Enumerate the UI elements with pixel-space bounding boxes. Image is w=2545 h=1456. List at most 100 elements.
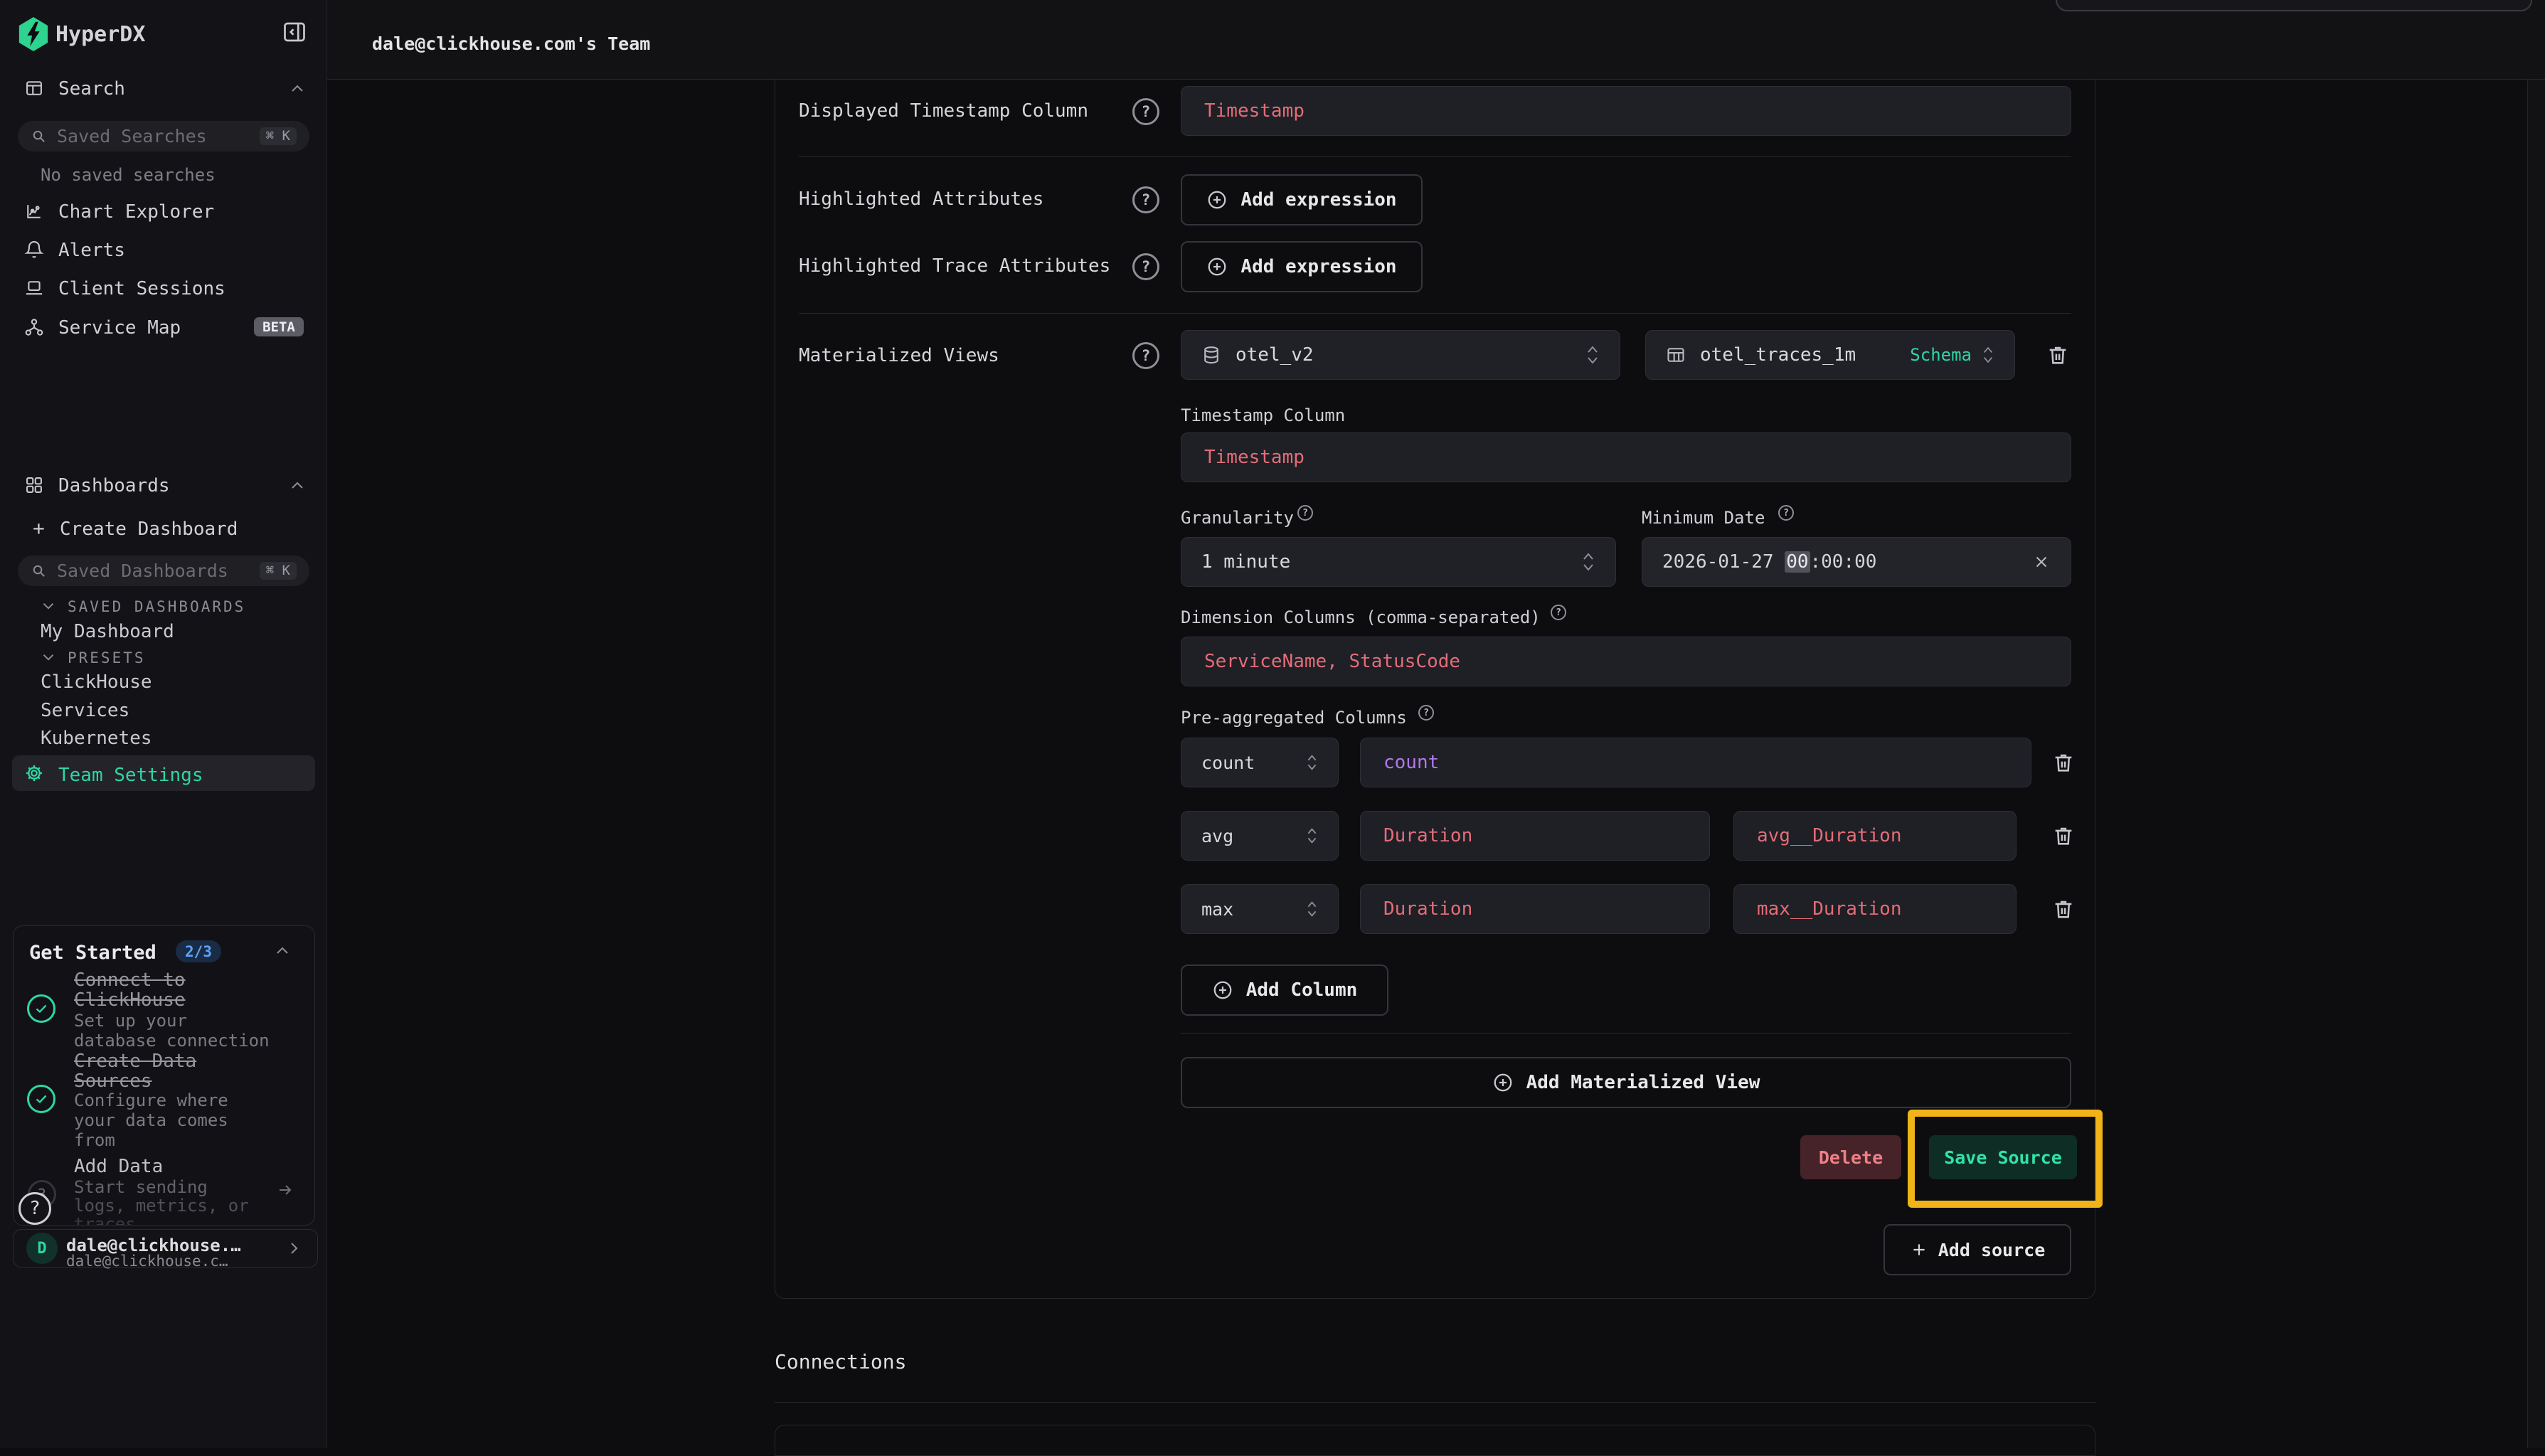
saved-searches-input[interactable]: Saved Searches ⌘ K (18, 121, 309, 152)
sidebar-item-search[interactable]: Search (58, 80, 125, 98)
saved-dashboards-group-header[interactable]: SAVED DASHBOARDS (68, 600, 245, 615)
divider (799, 313, 2071, 314)
team-title: dale@clickhouse.com's Team (372, 35, 650, 53)
help-circle-icon[interactable]: ? (1778, 505, 1794, 521)
select-chevrons-icon (1581, 551, 1595, 573)
client-sessions-laptop-icon (24, 278, 44, 298)
chevron-down-icon[interactable] (41, 601, 55, 610)
sidebar-item-service-map[interactable]: Service Map (58, 319, 181, 337)
step1-title-line2[interactable]: ClickHouse (74, 991, 186, 1009)
sidebar-item-team-settings[interactable]: Team Settings (12, 755, 315, 791)
alerts-bell-icon (24, 240, 44, 260)
aggregation-expression-input[interactable]: Duration (1360, 884, 1710, 934)
sidebar-item-kubernetes[interactable]: Kubernetes (41, 729, 152, 748)
step2-title-line1[interactable]: Create Data (74, 1052, 196, 1070)
add-source-button[interactable]: Add source (1883, 1224, 2071, 1275)
help-circle-icon[interactable]: ? (1418, 705, 1434, 721)
aggregation-name-input[interactable]: avg__Duration (1733, 811, 2017, 861)
date-hours-segment-selected[interactable]: 00 (1785, 551, 1810, 573)
help-circle-icon[interactable]: ? (1551, 605, 1566, 620)
help-button[interactable]: ? (18, 1192, 51, 1225)
sidebar-item-chart-explorer[interactable]: Chart Explorer (58, 203, 214, 221)
step3-title[interactable]: Add Data (74, 1157, 163, 1176)
add-expression-button[interactable]: Add expression (1181, 174, 1423, 225)
aggregation-fn-select[interactable]: max (1181, 884, 1339, 934)
scrollbar-track[interactable] (2527, 80, 2545, 1448)
help-circle-icon[interactable]: ? (1132, 98, 1159, 125)
trash-icon[interactable] (2051, 823, 2076, 849)
aggregation-fn-select[interactable]: avg (1181, 811, 1339, 861)
highlighted-attributes-label: Highlighted Attributes (799, 190, 1043, 208)
step2-desc-line2: your data comes (74, 1112, 228, 1129)
connections-title: Connections (775, 1352, 906, 1372)
divider (799, 156, 2071, 157)
timestamp-column-label: Timestamp Column (1181, 407, 1345, 424)
add-expression-button[interactable]: Add expression (1181, 241, 1423, 292)
schema-link[interactable]: Schema (1910, 345, 1972, 365)
chevron-up-icon[interactable] (290, 480, 304, 490)
search-icon (31, 563, 47, 579)
displayed-timestamp-label: Displayed Timestamp Column (799, 102, 1088, 120)
no-saved-searches-text: No saved searches (41, 165, 216, 185)
timestamp-column-input[interactable]: Timestamp (1181, 432, 2071, 482)
select-chevrons-icon (1306, 826, 1318, 846)
table-select[interactable]: otel_traces_1m Schema (1645, 330, 2015, 380)
displayed-timestamp-input[interactable]: Timestamp (1181, 86, 2071, 136)
saved-dashboards-input[interactable]: Saved Dashboards ⌘ K (18, 556, 309, 586)
help-circle-icon[interactable]: ? (1132, 186, 1159, 213)
plus-icon: + (33, 519, 45, 538)
trash-icon[interactable] (2046, 342, 2070, 368)
minimum-date-label: Minimum Date (1642, 509, 1765, 526)
dashboards-grid-icon (24, 475, 44, 495)
user-menu[interactable]: D dale@clickhouse.… dale@clickhouse.c… (13, 1229, 318, 1268)
step2-title-line2[interactable]: Sources (74, 1072, 152, 1090)
sidebar: HyperDX Search Saved Searches ⌘ K No sav… (0, 0, 327, 1448)
presets-group-header[interactable]: PRESETS (68, 651, 146, 666)
table-icon (1666, 345, 1686, 365)
granularity-label: Granularity (1181, 509, 1294, 526)
clear-x-icon[interactable] (2032, 553, 2051, 571)
aggregation-expression-input[interactable]: count (1360, 738, 2031, 787)
chevron-up-icon[interactable] (290, 83, 304, 93)
chevron-down-icon[interactable] (41, 652, 55, 661)
database-icon (1201, 345, 1221, 365)
aggregation-fn-select[interactable]: count (1181, 738, 1339, 787)
help-circle-icon[interactable]: ? (1132, 342, 1159, 369)
sidebar-item-my-dashboard[interactable]: My Dashboard (41, 622, 174, 641)
select-chevrons-icon (1306, 753, 1318, 772)
trash-icon[interactable] (2051, 750, 2076, 775)
aggregation-expression-input[interactable]: Duration (1360, 811, 1710, 861)
app-title: HyperDX (55, 22, 145, 47)
help-circle-icon[interactable]: ? (1297, 505, 1313, 521)
step3-desc-line3: traces (74, 1216, 136, 1226)
sidebar-collapse-icon[interactable] (282, 19, 307, 45)
chevron-right-icon (288, 1240, 299, 1257)
step1-title-line1[interactable]: Connect to (74, 971, 186, 989)
sidebar-item-dashboards[interactable]: Dashboards (58, 477, 170, 495)
minimum-date-input[interactable]: 2026-01-27 00:00:00 (1642, 537, 2071, 587)
chevron-up-icon[interactable] (275, 945, 289, 955)
dimension-columns-input[interactable]: ServiceName, StatusCode (1181, 637, 2071, 686)
help-circle-icon[interactable]: ? (1132, 253, 1159, 280)
sidebar-item-services[interactable]: Services (41, 701, 129, 720)
select-chevrons-icon (1982, 344, 1994, 366)
progress-badge: 2/3 (176, 940, 221, 962)
service-map-icon (24, 317, 44, 337)
trash-icon[interactable] (2051, 896, 2076, 922)
database-select[interactable]: otel_v2 (1181, 330, 1620, 380)
avatar: D (26, 1233, 58, 1264)
delete-button[interactable]: Delete (1800, 1135, 1901, 1179)
sidebar-item-clickhouse[interactable]: ClickHouse (41, 673, 152, 691)
create-dashboard-button[interactable]: Create Dashboard (60, 520, 238, 538)
add-column-button[interactable]: Add Column (1181, 965, 1388, 1016)
add-materialized-view-button[interactable]: Add Materialized View (1181, 1057, 2071, 1108)
sidebar-item-alerts[interactable]: Alerts (58, 241, 125, 260)
hyperdx-logo-icon (17, 16, 50, 52)
aggregation-name-input[interactable]: max__Duration (1733, 884, 2017, 934)
chart-explorer-icon (24, 201, 44, 221)
get-started-title: Get Started (29, 943, 156, 962)
circle-plus-icon (1492, 1072, 1514, 1093)
granularity-select[interactable]: 1 minute (1181, 537, 1616, 587)
sidebar-item-client-sessions[interactable]: Client Sessions (58, 280, 225, 298)
connections-panel-cutoff (775, 1425, 2095, 1456)
